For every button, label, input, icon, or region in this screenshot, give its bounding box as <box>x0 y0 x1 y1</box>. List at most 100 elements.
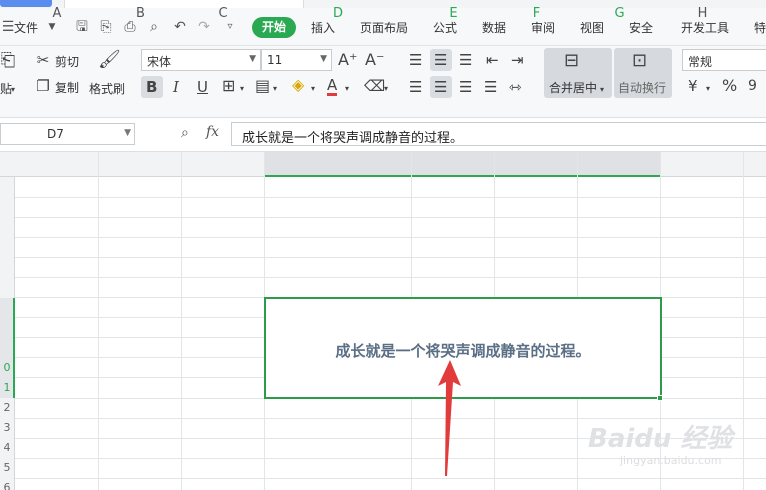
copy-icon[interactable]: ❐ <box>35 77 51 95</box>
cut-button[interactable]: 剪切 <box>55 53 79 70</box>
align-top-icon[interactable]: ☰ <box>409 51 422 69</box>
wrap-text-label: 自动换行 <box>618 81 667 95</box>
menu-file[interactable]: 文件 <box>14 18 38 38</box>
menu-developer[interactable]: 开发工具 <box>681 18 729 38</box>
print-preview-icon[interactable]: ⌕ <box>146 19 162 35</box>
name-box[interactable]: D7 ▼ <box>0 123 135 145</box>
shrink-font-button[interactable]: A⁻ <box>365 51 384 69</box>
format-painter-button[interactable]: 格式刷 <box>89 80 125 97</box>
menu-data[interactable]: 数据 <box>482 18 506 38</box>
chevron-down-icon: ▼ <box>249 54 256 64</box>
column-header-A[interactable]: A <box>15 6 99 21</box>
watermark: Baidu 经验 jingyan.baidu.com <box>588 418 758 478</box>
formula-input[interactable]: 成长就是一个将哭声调成静音的过程。 <box>231 122 766 146</box>
row-header[interactable]: 5 <box>0 461 14 474</box>
chevron-down-icon[interactable]: ▼ <box>44 19 60 35</box>
menu-view[interactable]: 视图 <box>580 18 604 38</box>
scissors-icon[interactable]: ✂ <box>35 51 51 69</box>
save-icon[interactable]: 🖫 <box>74 19 90 35</box>
chevron-down-icon[interactable]: ▾ <box>311 80 315 98</box>
row-header[interactable]: 6 <box>0 481 14 490</box>
percent-button[interactable]: % <box>722 77 737 95</box>
row-header[interactable]: 0 <box>0 361 14 374</box>
merge-icon: ⊟ <box>564 50 580 71</box>
comma-style-button[interactable]: 9 <box>748 77 757 95</box>
row-header[interactable]: 4 <box>0 441 14 454</box>
font-color-icon[interactable]: A <box>327 77 338 96</box>
italic-button[interactable]: I <box>173 78 179 96</box>
copy-button[interactable]: 复制 <box>55 79 79 96</box>
chevron-down-icon[interactable]: ▾ <box>384 80 388 98</box>
border-icon[interactable]: ⊞ <box>222 77 235 95</box>
menu-special[interactable]: 特 <box>754 18 766 38</box>
paste-dropdown-icon[interactable]: ▾ <box>11 81 15 99</box>
menu-page-layout[interactable]: 页面布局 <box>360 18 408 38</box>
undo-icon[interactable]: ↶ <box>172 19 188 35</box>
format-painter-icon[interactable]: 🖌 <box>98 51 121 69</box>
merge-center-label: 合并居中 <box>549 81 598 95</box>
menu-security[interactable]: 安全 <box>629 18 653 38</box>
column-header-C[interactable]: C <box>182 6 264 21</box>
chevron-down-icon[interactable]: ▼ <box>124 128 131 138</box>
column-header-B[interactable]: B <box>99 6 182 21</box>
font-name-select[interactable]: 宋体 ▼ <box>141 49 261 71</box>
eraser-icon[interactable]: ⌫ <box>364 77 385 95</box>
chevron-down-icon[interactable]: ▾ <box>273 80 277 98</box>
align-left-icon[interactable]: ☰ <box>409 78 422 96</box>
align-bottom-icon[interactable]: ☰ <box>459 51 472 69</box>
menu-insert[interactable]: 插入 <box>311 18 335 38</box>
paste-icon[interactable]: ⎗ <box>0 52 16 70</box>
grid-line <box>0 237 766 238</box>
watermark-url: jingyan.baidu.com <box>620 454 722 467</box>
justify-icon[interactable]: ☰ <box>484 78 497 96</box>
row-header[interactable]: 1 <box>0 381 14 394</box>
column-header-E[interactable]: E <box>412 6 495 21</box>
zoom-search-icon[interactable]: ⌕ <box>181 125 189 141</box>
chevron-down-icon[interactable]: ▾ <box>345 80 349 98</box>
insert-function-button[interactable]: fx <box>206 124 219 140</box>
align-right-icon[interactable]: ☰ <box>459 78 472 96</box>
underline-button[interactable]: U <box>197 78 208 96</box>
font-size-select[interactable]: 11 ▼ <box>261 49 332 71</box>
selected-columns-highlight <box>264 152 661 177</box>
fill-color-icon[interactable]: ◈ <box>292 76 304 94</box>
redo-icon[interactable]: ↷ <box>196 19 212 35</box>
distribute-icon[interactable]: ⇿ <box>509 78 522 96</box>
grid-line <box>98 152 99 490</box>
align-center-icon[interactable]: ☰ <box>434 78 447 96</box>
chevron-down-icon: ▾ <box>600 85 605 94</box>
merge-center-button[interactable]: ⊟ 合并居中 ▾ <box>544 48 612 98</box>
grid-line <box>0 257 766 258</box>
cell-style-icon[interactable]: ▤ <box>255 77 270 95</box>
grid-line <box>0 478 766 479</box>
wrap-text-icon: ⊡ <box>632 50 648 71</box>
customize-icon[interactable]: ▿ <box>222 19 238 35</box>
row-header[interactable]: 3 <box>0 421 14 434</box>
indent-increase-icon[interactable]: ⇥ <box>511 51 524 69</box>
arrow-shape <box>438 360 461 476</box>
print-icon[interactable]: ⎙ <box>122 19 138 35</box>
align-middle-icon[interactable]: ☰ <box>434 51 447 69</box>
export-icon[interactable]: ⎘ <box>98 19 114 35</box>
chevron-down-icon[interactable]: ▾ <box>706 80 710 98</box>
fill-handle[interactable] <box>657 395 663 401</box>
menu-review[interactable]: 审阅 <box>531 18 555 38</box>
grid-line <box>0 217 766 218</box>
grow-font-button[interactable]: A⁺ <box>338 51 357 69</box>
annotation-arrow <box>438 360 461 476</box>
number-format-select[interactable]: 常规 <box>682 49 766 71</box>
wrap-text-button[interactable]: ⊡ 自动换行 <box>614 48 672 98</box>
grid-line <box>0 277 766 278</box>
row-header[interactable]: 2 <box>0 401 14 414</box>
bold-button[interactable]: B <box>146 78 157 96</box>
column-header-G[interactable]: G <box>578 6 661 21</box>
column-header-F[interactable]: F <box>495 6 578 21</box>
column-header-D[interactable]: D <box>264 6 412 21</box>
ribbon: ⎗ 贴 ▾ ✂ 剪切 ❐ 复制 🖌 格式刷 宋体 ▼ 11 ▼ A⁺ A⁻ B … <box>0 46 766 118</box>
menu-formula[interactable]: 公式 <box>433 18 457 38</box>
chevron-down-icon[interactable]: ▾ <box>240 80 244 98</box>
grid-line <box>0 197 766 198</box>
column-header-H[interactable]: H <box>661 6 744 21</box>
indent-decrease-icon[interactable]: ⇤ <box>486 51 499 69</box>
currency-icon[interactable]: ¥ <box>688 77 698 95</box>
